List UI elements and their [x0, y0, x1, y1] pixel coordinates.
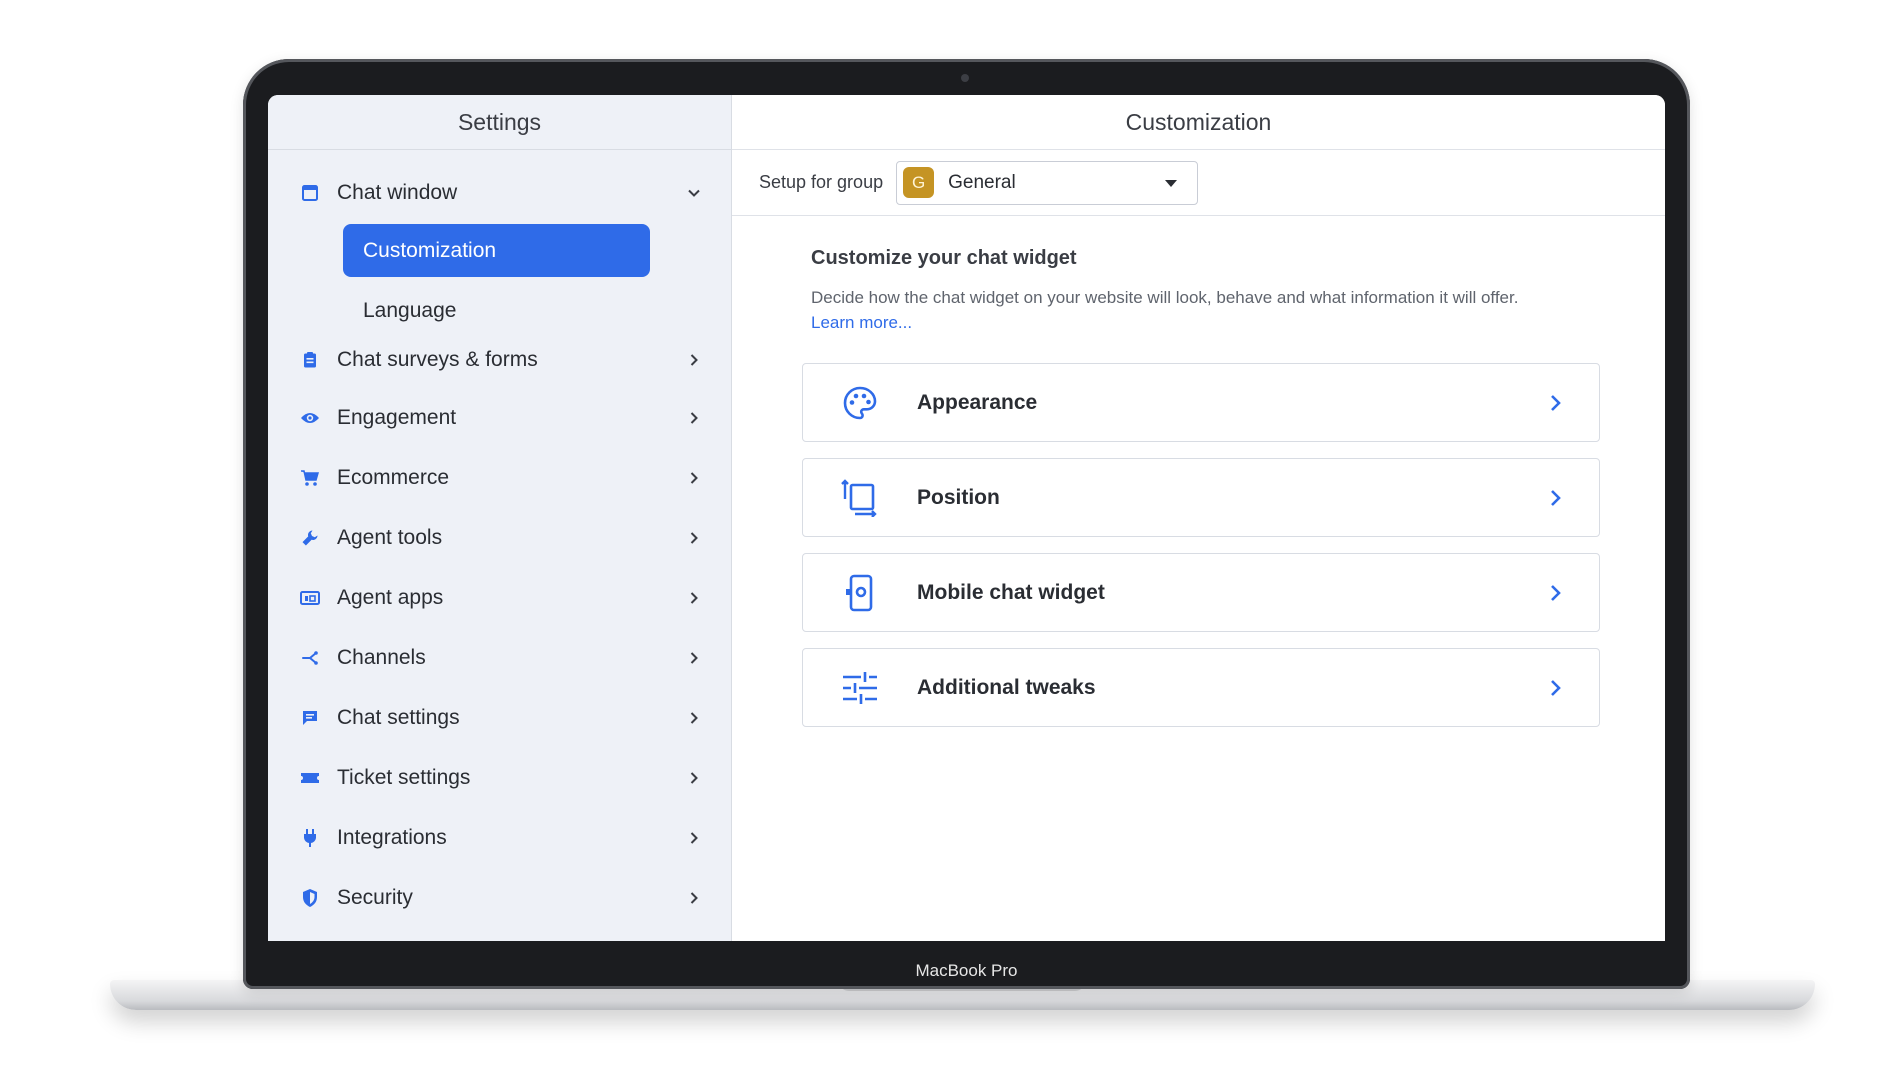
laptop-mockup: MacBook Pro Settings Chat window Customi…	[0, 0, 1900, 1080]
chevron-right-icon	[1543, 676, 1567, 700]
ticket-icon	[298, 766, 322, 790]
sidebar-item-agent-apps[interactable]: Agent apps	[268, 576, 732, 620]
group-select[interactable]: G General	[896, 160, 1199, 205]
chevron-right-icon	[684, 828, 704, 848]
settings-sidebar: Settings Chat window Customization Langu…	[268, 95, 732, 941]
plug-icon	[298, 826, 322, 850]
description-text: Decide how the chat widget on your websi…	[811, 288, 1519, 307]
clipboard-icon	[298, 348, 322, 372]
channels-icon	[298, 646, 322, 670]
shield-icon	[298, 886, 322, 910]
apps-icon	[298, 586, 322, 610]
sidebar-item-chat-settings[interactable]: Chat settings	[268, 696, 732, 740]
sidebar-item-agent-tools[interactable]: Agent tools	[268, 516, 732, 560]
sidebar-item-chat-window[interactable]: Chat window	[268, 171, 732, 215]
laptop-lid: MacBook Pro Settings Chat window Customi…	[243, 59, 1690, 989]
sidebar-item-label: Engagement	[337, 406, 457, 429]
sidebar-item-engagement[interactable]: Engagement	[268, 396, 732, 440]
chevron-right-icon	[684, 768, 704, 788]
eye-icon	[298, 406, 322, 430]
chevron-right-icon	[684, 350, 704, 370]
section-title: Customize your chat widget	[811, 247, 1077, 269]
camera-icon	[961, 74, 969, 82]
chat-bubble-icon	[298, 706, 322, 730]
learn-more-link[interactable]: Learn more...	[811, 310, 912, 335]
sidebar-item-chat-surveys-forms[interactable]: Chat surveys & forms	[268, 338, 732, 382]
caret-down-icon	[1165, 179, 1178, 187]
group-label: Setup for group	[759, 172, 884, 192]
chevron-right-icon	[684, 528, 704, 548]
sidebar-item-security[interactable]: Security	[268, 876, 732, 920]
card-label: Appearance	[917, 390, 1038, 414]
sliders-icon	[840, 668, 880, 708]
sidebar-item-label: Chat settings	[337, 706, 460, 729]
card-label: Position	[917, 485, 1000, 509]
chat-window-icon	[298, 181, 322, 205]
chevron-right-icon	[1543, 391, 1567, 415]
chevron-right-icon	[684, 888, 704, 908]
chevron-right-icon	[1543, 581, 1567, 605]
sidebar-item-label: Channels	[337, 646, 426, 669]
chevron-right-icon	[684, 588, 704, 608]
mobile-icon	[840, 573, 880, 613]
sidebar-item-label: Chat window	[337, 181, 458, 204]
sidebar-item-label: Agent tools	[337, 526, 443, 549]
sidebar-subitem-language[interactable]: Language	[363, 291, 456, 331]
card-position[interactable]: Position	[802, 458, 1600, 537]
page-title: Customization	[732, 95, 1665, 150]
chevron-right-icon	[684, 408, 704, 428]
sidebar-item-label: Agent apps	[337, 586, 444, 609]
group-badge: G	[903, 167, 935, 198]
card-additional-tweaks[interactable]: Additional tweaks	[802, 648, 1600, 727]
sidebar-item-ticket-settings[interactable]: Ticket settings	[268, 756, 732, 800]
card-appearance[interactable]: Appearance	[802, 363, 1600, 442]
sidebar-item-label: Security	[337, 886, 413, 909]
sidebar-item-integrations[interactable]: Integrations	[268, 816, 732, 860]
sidebar-item-label: Chat surveys & forms	[337, 348, 538, 371]
sidebar-subitem-customization[interactable]: Customization	[343, 224, 650, 277]
card-label: Mobile chat widget	[917, 580, 1105, 604]
sidebar-item-ecommerce[interactable]: Ecommerce	[268, 456, 732, 500]
main-panel: Customization Setup for group G General …	[732, 95, 1665, 941]
palette-icon	[840, 383, 880, 423]
card-mobile-chat-widget[interactable]: Mobile chat widget	[802, 553, 1600, 632]
sidebar-item-channels[interactable]: Channels	[268, 636, 732, 680]
group-bar: Setup for group G General	[732, 150, 1665, 216]
position-icon	[840, 478, 880, 518]
card-label: Additional tweaks	[917, 675, 1096, 699]
app-screen: Settings Chat window Customization Langu…	[268, 95, 1665, 941]
chevron-right-icon	[684, 648, 704, 668]
group-value: General	[948, 171, 1016, 193]
wrench-icon	[298, 526, 322, 550]
sidebar-item-label: Ticket settings	[337, 766, 471, 789]
chevron-down-icon[interactable]	[684, 183, 704, 203]
chevron-right-icon	[684, 708, 704, 728]
chevron-right-icon	[684, 468, 704, 488]
sidebar-title: Settings	[268, 95, 731, 150]
cart-icon	[298, 466, 322, 490]
sidebar-item-label: Ecommerce	[337, 466, 450, 489]
sidebar-item-label: Integrations	[337, 826, 447, 849]
section-description: Decide how the chat widget on your websi…	[811, 285, 1611, 335]
model-label: MacBook Pro	[915, 961, 1018, 980]
chevron-right-icon	[1543, 486, 1567, 510]
